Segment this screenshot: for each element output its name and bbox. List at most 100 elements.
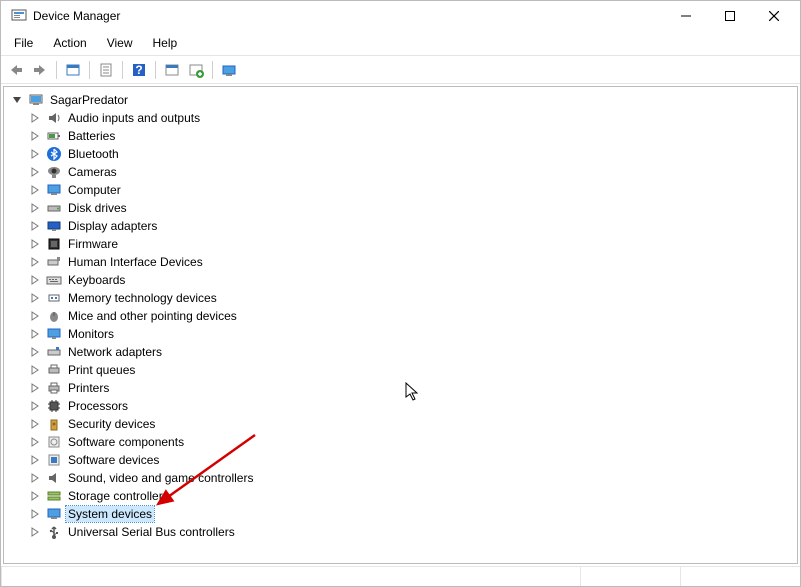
- toolbar-separator: [155, 61, 156, 79]
- expand-icon[interactable]: [28, 111, 42, 125]
- system-icon: [46, 506, 62, 522]
- printer-icon: [46, 380, 62, 396]
- expand-icon[interactable]: [28, 255, 42, 269]
- tree-node-label: Software components: [66, 434, 186, 450]
- tree-node-system[interactable]: System devices: [26, 505, 797, 523]
- tree-node-label: Memory technology devices: [66, 290, 219, 306]
- help-button[interactable]: ?: [128, 59, 150, 81]
- tree-node-label: Network adapters: [66, 344, 164, 360]
- menu-file[interactable]: File: [5, 33, 42, 53]
- softdev-icon: [46, 452, 62, 468]
- camera-icon: [46, 164, 62, 180]
- tree-node-sound[interactable]: Sound, video and game controllers: [26, 469, 797, 487]
- tree-node-security[interactable]: Security devices: [26, 415, 797, 433]
- tree-node-softcomp[interactable]: Software components: [26, 433, 797, 451]
- firmware-icon: [46, 236, 62, 252]
- tree-node-printqueues[interactable]: Print queues: [26, 361, 797, 379]
- expand-icon[interactable]: [28, 507, 42, 521]
- cpu-icon: [46, 398, 62, 414]
- expand-icon[interactable]: [28, 183, 42, 197]
- expand-icon[interactable]: [28, 489, 42, 503]
- disk-icon: [46, 200, 62, 216]
- tree-node-audio[interactable]: Audio inputs and outputs: [26, 109, 797, 127]
- tree-root-label: SagarPredator: [48, 92, 130, 108]
- menu-action[interactable]: Action: [44, 33, 95, 53]
- tree-node-label: System devices: [66, 506, 154, 522]
- expand-icon[interactable]: [28, 273, 42, 287]
- expand-icon[interactable]: [28, 525, 42, 539]
- expand-icon[interactable]: [28, 201, 42, 215]
- scan-hardware-button[interactable]: [218, 59, 240, 81]
- expand-icon[interactable]: [28, 453, 42, 467]
- audio-icon: [46, 110, 62, 126]
- update-driver-button[interactable]: [161, 59, 183, 81]
- properties-button[interactable]: [95, 59, 117, 81]
- keyboard-icon: [46, 272, 62, 288]
- device-tree: SagarPredator Audio inputs and outputs B…: [4, 91, 797, 541]
- storage-icon: [46, 488, 62, 504]
- tree-node-batteries[interactable]: Batteries: [26, 127, 797, 145]
- menu-view[interactable]: View: [98, 33, 142, 53]
- expand-icon[interactable]: [28, 219, 42, 233]
- expand-icon[interactable]: [28, 345, 42, 359]
- battery-icon: [46, 128, 62, 144]
- tree-node-processors[interactable]: Processors: [26, 397, 797, 415]
- security-icon: [46, 416, 62, 432]
- tree-node-mice[interactable]: Mice and other pointing devices: [26, 307, 797, 325]
- close-button[interactable]: [752, 2, 796, 30]
- tree-node-memory[interactable]: Memory technology devices: [26, 289, 797, 307]
- tree-node-diskdrives[interactable]: Disk drives: [26, 199, 797, 217]
- expand-icon[interactable]: [28, 147, 42, 161]
- tree-node-usb[interactable]: Universal Serial Bus controllers: [26, 523, 797, 541]
- mouse-icon: [46, 308, 62, 324]
- tree-node-firmware[interactable]: Firmware: [26, 235, 797, 253]
- printqueue-icon: [46, 362, 62, 378]
- expand-icon[interactable]: [28, 309, 42, 323]
- minimize-button[interactable]: [664, 2, 708, 30]
- tree-node-softdev[interactable]: Software devices: [26, 451, 797, 469]
- forward-button[interactable]: [29, 59, 51, 81]
- tree-node-keyboards[interactable]: Keyboards: [26, 271, 797, 289]
- expand-icon[interactable]: [28, 165, 42, 179]
- expand-icon[interactable]: [28, 471, 42, 485]
- tree-node-computer[interactable]: Computer: [26, 181, 797, 199]
- collapse-icon[interactable]: [10, 93, 24, 107]
- expand-icon[interactable]: [28, 291, 42, 305]
- tree-root[interactable]: SagarPredator: [8, 91, 797, 109]
- expand-icon[interactable]: [28, 381, 42, 395]
- toolbar-separator: [56, 61, 57, 79]
- app-icon: [11, 8, 27, 24]
- toolbar-separator: [212, 61, 213, 79]
- expand-icon[interactable]: [28, 417, 42, 431]
- tree-node-bluetooth[interactable]: Bluetooth: [26, 145, 797, 163]
- maximize-button[interactable]: [708, 2, 752, 30]
- tree-node-cameras[interactable]: Cameras: [26, 163, 797, 181]
- expand-icon[interactable]: [28, 363, 42, 377]
- monitor-icon: [46, 326, 62, 342]
- window-controls: [664, 2, 796, 30]
- tree-node-hid[interactable]: Human Interface Devices: [26, 253, 797, 271]
- memory-icon: [46, 290, 62, 306]
- tree-node-display[interactable]: Display adapters: [26, 217, 797, 235]
- tree-node-label: Sound, video and game controllers: [66, 470, 255, 486]
- usb-icon: [46, 524, 62, 540]
- tree-node-storage[interactable]: Storage controllers: [26, 487, 797, 505]
- expand-icon[interactable]: [28, 237, 42, 251]
- expand-icon[interactable]: [28, 327, 42, 341]
- uninstall-driver-button[interactable]: [185, 59, 207, 81]
- device-tree-panel[interactable]: SagarPredator Audio inputs and outputs B…: [3, 86, 798, 564]
- tree-node-monitors[interactable]: Monitors: [26, 325, 797, 343]
- expand-icon[interactable]: [28, 435, 42, 449]
- tree-node-network[interactable]: Network adapters: [26, 343, 797, 361]
- show-hidden-button[interactable]: [62, 59, 84, 81]
- menu-help[interactable]: Help: [144, 33, 187, 53]
- back-button[interactable]: [5, 59, 27, 81]
- softcomp-icon: [46, 434, 62, 450]
- tree-node-label: Printers: [66, 380, 111, 396]
- tree-node-label: Monitors: [66, 326, 116, 342]
- expand-icon[interactable]: [28, 129, 42, 143]
- hid-icon: [46, 254, 62, 270]
- expand-icon[interactable]: [28, 399, 42, 413]
- tree-node-label: Keyboards: [66, 272, 127, 288]
- tree-node-printers[interactable]: Printers: [26, 379, 797, 397]
